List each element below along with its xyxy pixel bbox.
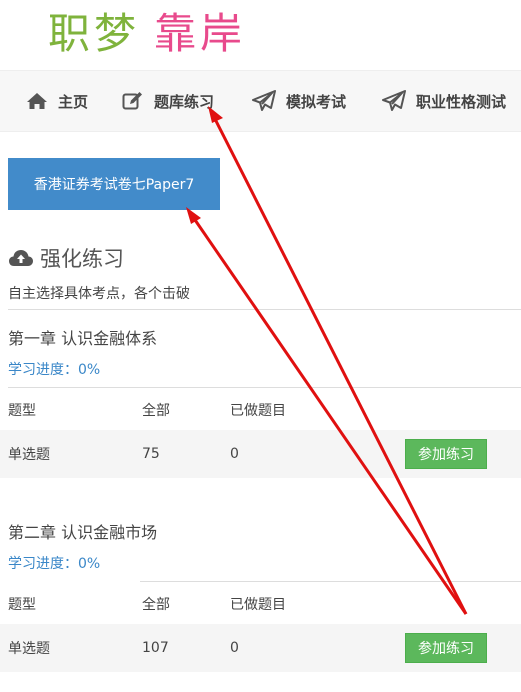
edit-icon [122,92,142,110]
join-practice-button[interactable]: 参加练习 [405,439,487,469]
row-done: 0 [230,640,239,656]
header-total: 全部 [142,597,170,613]
logo-text-part2: 靠岸 [154,9,247,58]
paper-plane-icon [382,90,406,111]
row-total: 107 [142,640,169,656]
nav-item-question-bank[interactable]: 题库练习 [122,71,214,131]
header-total: 全部 [142,403,170,419]
table-row: 单选题 75 0 参加练习 [0,430,521,478]
chapter-title: 第一章 认识金融体系 [8,329,158,348]
nav-label-question-bank: 题库练习 [154,92,215,111]
header-done: 已做题目 [230,597,286,613]
table-row: 单选题 107 0 参加练习 [0,624,521,672]
join-practice-button[interactable]: 参加练习 [405,633,487,663]
header-type: 题型 [8,403,36,419]
row-type: 单选题 [8,641,50,657]
section-subtitle: 自主选择具体考点，各个击破 [8,286,190,302]
annotation-arrow [212,116,468,615]
nav-item-personality-test[interactable]: 职业性格测试 [382,71,506,131]
paper-select-button[interactable]: 香港证券考试卷七Paper7 [8,158,220,210]
divider [8,309,521,310]
table-header-row: 题型 全部 已做题目 [0,386,521,434]
section-title: 强化练习 [40,247,124,271]
nav-label-personality-test: 职业性格测试 [416,92,507,111]
header-type: 题型 [8,597,36,613]
logo-text-part1: 职梦 [48,9,141,58]
nav-label-home: 主页 [58,92,89,111]
table-header-row: 题型 全部 已做题目 [0,580,521,628]
nav-item-mock-exam[interactable]: 模拟考试 [252,71,346,131]
paper-plane-icon [252,90,276,111]
home-icon [27,93,47,109]
nav-label-mock-exam: 模拟考试 [286,92,347,111]
nav-item-home[interactable]: 主页 [26,71,88,131]
chapter-progress[interactable]: 学习进度：0% [8,553,100,573]
site-logo[interactable]: 职梦 靠岸 [48,0,246,60]
chapter-progress[interactable]: 学习进度：0% [8,359,100,379]
main-nav: 主页 题库练习 模拟考试 职业性格测试 [0,70,521,132]
section-heading: 强化练习 [8,243,124,273]
chapter-title: 第二章 认识金融市场 [8,523,158,542]
header-done: 已做题目 [230,403,286,419]
row-done: 0 [230,446,239,462]
row-type: 单选题 [8,447,50,463]
cloud-upload-icon [9,250,33,266]
row-total: 75 [142,446,160,462]
